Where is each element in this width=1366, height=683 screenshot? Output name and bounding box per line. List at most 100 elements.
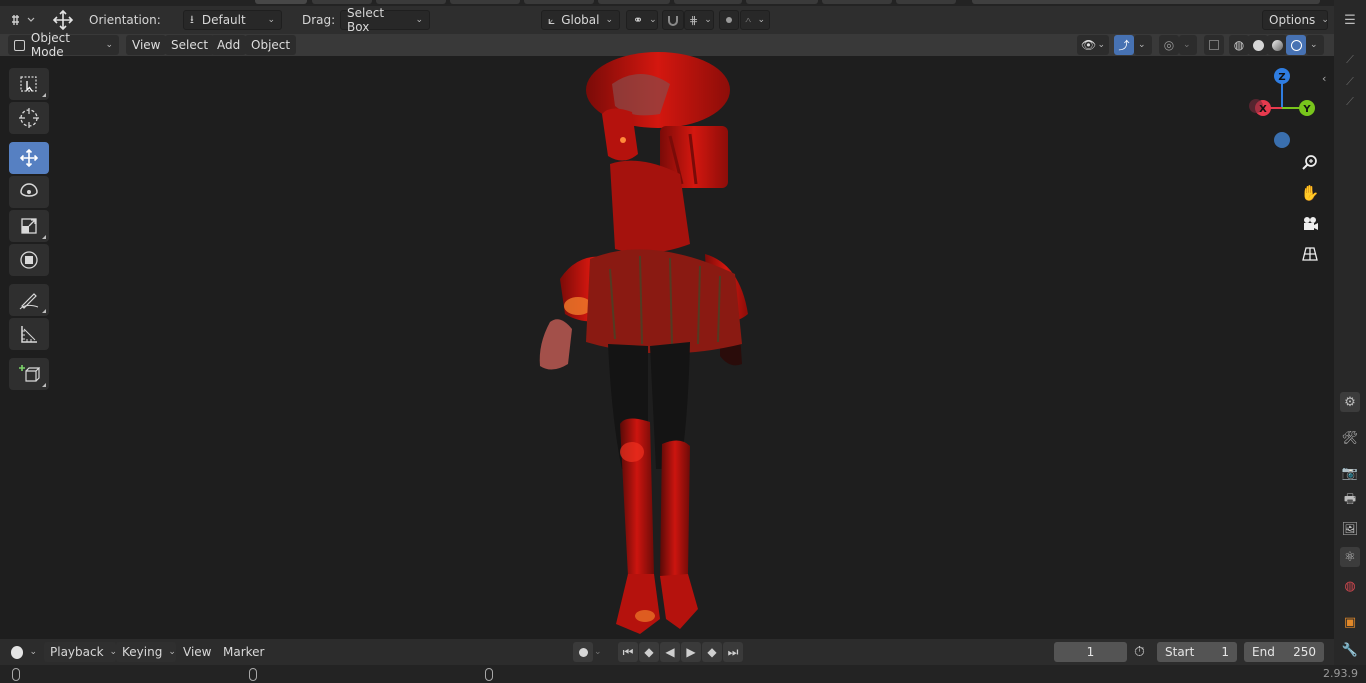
rotate-tool[interactable] — [9, 176, 49, 208]
jump-keyframe-forward-icon[interactable]: ◆ — [702, 642, 722, 662]
orientation-select[interactable]: ⭳ Default ⌄ — [183, 10, 282, 30]
keying-menu[interactable]: Keying ⌄ — [116, 642, 176, 662]
select-box-tool[interactable] — [9, 68, 49, 100]
measure-tool[interactable] — [9, 318, 49, 350]
annotate-tool[interactable] — [9, 284, 49, 316]
3d-viewport[interactable]: Object Mode ⌄ View Select Add Object 👁 ⌄… — [0, 31, 1334, 640]
jump-end-icon[interactable]: ⏭ — [723, 642, 743, 662]
sidebar-toggle-chevron-icon[interactable]: ‹ — [1322, 72, 1326, 85]
falloff-curve-icon[interactable]: ⌄ — [740, 10, 770, 30]
scale-tool[interactable] — [9, 210, 49, 242]
eyedropper-icon: ⟋ — [1346, 53, 1354, 66]
pivot-point-dropdown[interactable]: ⚭ ⌄ — [626, 6, 658, 34]
menu-select[interactable]: Select — [165, 35, 215, 55]
outliner-icon[interactable]: ☰ — [1340, 10, 1360, 30]
magnet-icon[interactable] — [662, 10, 684, 30]
shading-rendered[interactable] — [1286, 35, 1306, 55]
visibility-dropdown[interactable]: 👁 ⌄ — [1077, 35, 1109, 55]
shading-dropdown[interactable]: ⌄ — [1306, 35, 1324, 55]
workspace-tab[interactable] — [598, 0, 670, 4]
object-mode-dropdown[interactable]: Object Mode ⌄ — [8, 31, 119, 59]
transform-orientation-dropdown[interactable]: ⟀ Global ⌄ — [541, 6, 620, 34]
menu-add[interactable]: Add — [211, 35, 247, 55]
overlay-dropdown[interactable]: ⌄ — [1179, 35, 1197, 55]
tool-settings-icon[interactable]: 🛠 — [1340, 428, 1360, 448]
jump-start-icon[interactable]: ⏮ — [618, 642, 638, 662]
object-properties-icon[interactable]: ▣ — [1340, 612, 1360, 632]
cursor-tool[interactable] — [9, 102, 49, 134]
editor-type-icon[interactable] — [8, 10, 40, 30]
gizmo-dropdown[interactable]: ⌄ — [1134, 35, 1152, 55]
proportional-falloff-dropdown[interactable]: ⌄ — [740, 6, 770, 34]
editor-type-button[interactable] — [8, 6, 40, 34]
options-select[interactable]: Options ⌄ — [1262, 10, 1329, 30]
workspace-tab[interactable] — [746, 0, 818, 4]
shading-solid[interactable] — [1248, 35, 1268, 55]
current-frame-field[interactable]: 1 — [1054, 642, 1127, 662]
gizmo-neg-z-axis — [1274, 132, 1290, 148]
start-frame-field[interactable]: Start 1 — [1157, 642, 1237, 662]
proportional-edit-toggle[interactable] — [719, 6, 739, 34]
shading-wireframe[interactable]: ◍ — [1229, 35, 1249, 55]
render-properties-icon[interactable]: 📷 — [1340, 463, 1360, 483]
camera-view-icon[interactable] — [1298, 212, 1322, 236]
workspace-tab[interactable] — [524, 0, 594, 4]
character-model[interactable] — [520, 44, 770, 640]
transform-tool[interactable] — [9, 244, 49, 276]
drag-dropdown[interactable]: Select Box ⌄ — [340, 6, 430, 34]
workspace-tab[interactable] — [896, 0, 956, 4]
marker-menu[interactable]: Marker — [223, 642, 264, 662]
preview-range-toggle[interactable]: ⏱ — [1134, 642, 1145, 662]
snap-target-select[interactable]: ⋕ ⌄ — [684, 10, 714, 30]
options-dropdown[interactable]: Options ⌄ — [1262, 6, 1329, 34]
world-properties-icon[interactable]: ◍ — [1340, 576, 1360, 596]
snap-toggle[interactable] — [662, 6, 684, 34]
add-cube-tool[interactable] — [9, 358, 49, 390]
auto-keying-toggle[interactable] — [573, 642, 593, 662]
timeline-editor-type[interactable]: ⌄ — [8, 642, 40, 662]
workspace-tab[interactable] — [822, 0, 892, 4]
pan-hand-icon[interactable]: ✋ — [1298, 181, 1322, 205]
keying-set-dropdown[interactable]: ⌄ — [594, 642, 602, 662]
output-properties-icon[interactable]: 🖶 — [1340, 491, 1360, 511]
view-layer-icon[interactable]: 🖼 — [1340, 519, 1360, 539]
current-frame-value[interactable]: 1 — [1054, 642, 1127, 662]
overlay-toggle[interactable]: ◎ — [1159, 35, 1179, 55]
workspace-tab[interactable] — [450, 0, 520, 4]
play-reverse-icon[interactable]: ◀ — [660, 642, 680, 662]
workspace-tab-active[interactable] — [255, 0, 307, 4]
shading-material[interactable] — [1267, 35, 1287, 55]
move-tool[interactable] — [9, 142, 49, 174]
transform-tool-indicator[interactable] — [50, 6, 76, 34]
proportional-edit-icon[interactable] — [719, 10, 739, 30]
gizmo-z-label: Z — [1278, 72, 1285, 83]
version-label: 2.93.9 — [1323, 667, 1358, 680]
menu-view[interactable]: View — [126, 35, 167, 55]
workspace-tab[interactable] — [312, 0, 372, 4]
transform-icon — [20, 251, 38, 269]
menu-object[interactable]: Object — [245, 35, 297, 55]
orientation-dropdown[interactable]: ⭳ Default ⌄ — [183, 6, 282, 34]
snap-target-dropdown[interactable]: ⋕ ⌄ — [684, 6, 714, 34]
workspace-tab[interactable] — [674, 0, 742, 4]
play-icon[interactable]: ▶ — [681, 642, 701, 662]
timeline-view-menu[interactable]: View — [183, 642, 211, 662]
gizmo-toggle[interactable]: ⤴ — [1114, 35, 1134, 55]
scene-selector[interactable] — [972, 0, 1320, 4]
perspective-grid-icon[interactable] — [1298, 242, 1322, 266]
jump-keyframe-back-icon[interactable]: ◆ — [639, 642, 659, 662]
chevron-down-icon: ⌄ — [757, 15, 765, 25]
pivot-point-select[interactable]: ⚭ ⌄ — [626, 10, 658, 30]
xray-toggle[interactable] — [1204, 35, 1224, 55]
workspace-tab[interactable] — [376, 0, 446, 4]
modifier-wrench-icon[interactable]: 🔧 — [1340, 640, 1360, 660]
properties-editor-icon[interactable]: ⚙ — [1340, 392, 1360, 412]
transform-orientation-select[interactable]: ⟀ Global ⌄ — [541, 10, 620, 30]
drag-select[interactable]: Select Box ⌄ — [340, 6, 430, 34]
navigation-gizmo[interactable]: Z Y X — [1244, 64, 1320, 150]
scene-properties-icon[interactable]: ⚛ — [1340, 547, 1360, 567]
playback-menu[interactable]: Playback ⌄ — [44, 642, 117, 662]
zoom-icon[interactable] — [1298, 151, 1322, 175]
end-frame-field[interactable]: End 250 — [1244, 642, 1324, 662]
status-bar: 2.93.9 — [0, 665, 1366, 683]
